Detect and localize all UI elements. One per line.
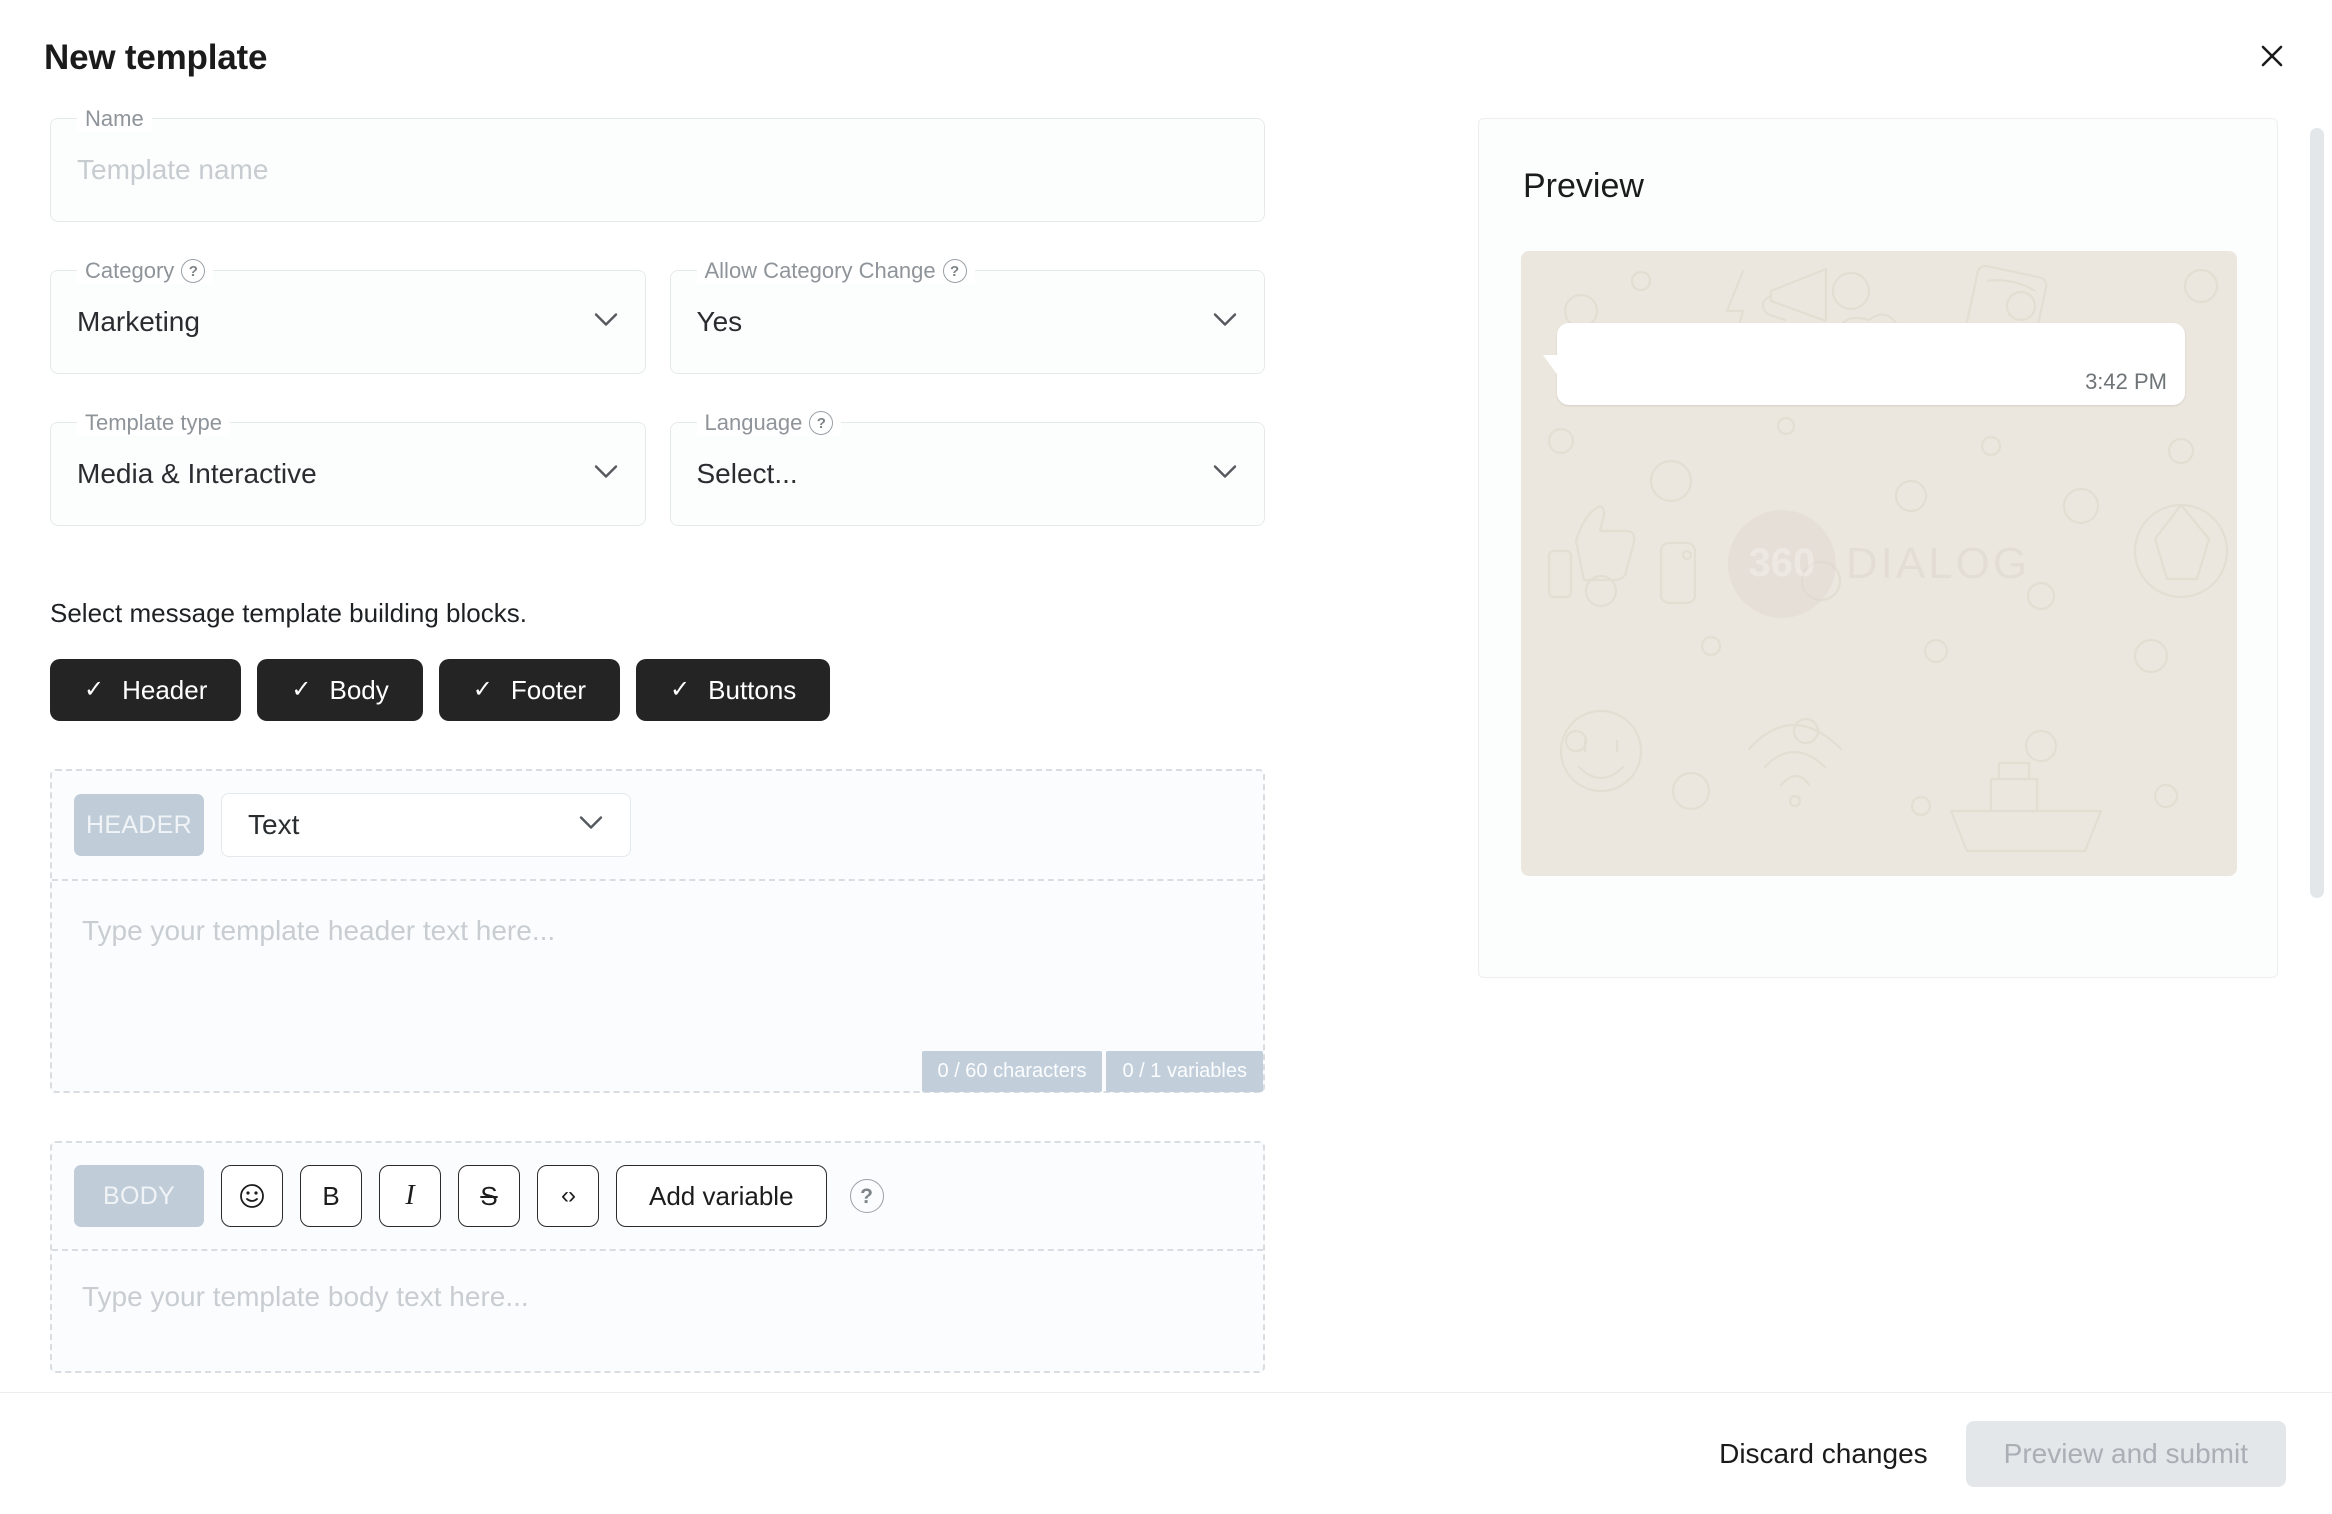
italic-icon[interactable]: I [379, 1165, 441, 1227]
building-blocks-label: Select message template building blocks. [50, 598, 527, 628]
discard-changes-button[interactable]: Discard changes [1703, 1426, 1944, 1482]
check-icon: ✓ [291, 676, 312, 703]
body-text-area[interactable]: Type your template body text here... [52, 1251, 1263, 1371]
check-icon: ✓ [84, 676, 105, 703]
template-type-field-legend: Template type [77, 410, 230, 436]
category-label: Category [85, 258, 175, 283]
block-button-body[interactable]: ✓ Body [257, 659, 423, 721]
chevron-down-icon[interactable] [1212, 464, 1238, 485]
template-type-label: Template type [85, 410, 222, 435]
header-component-card: HEADER Text Type your template header te… [50, 769, 1265, 1093]
allow-category-change-field-legend: Allow Category Change ? [696, 258, 975, 284]
modal-scroll-area: Name Template name Category ? Marketing [0, 98, 2332, 1392]
watermark-text: DIALOG [1845, 538, 2031, 588]
watermark-number: 360 [1727, 509, 1836, 618]
code-icon[interactable]: ‹› [537, 1165, 599, 1227]
help-circle-icon[interactable]: ? [809, 411, 834, 435]
bold-icon[interactable]: B [300, 1165, 362, 1227]
block-button-footer-label: Footer [510, 674, 587, 705]
modal-footer: Discard changes Preview and submit [0, 1392, 2332, 1514]
page-title: New template [44, 38, 268, 77]
header-text-placeholder: Type your template header text here... [82, 915, 556, 946]
preview-panel: Preview 360 DIALOG 3:42 PM [1478, 118, 2278, 978]
language-field-legend: Language ? [696, 410, 842, 436]
check-icon: ✓ [472, 676, 493, 703]
help-circle-icon[interactable]: ? [849, 1179, 884, 1213]
header-type-select[interactable]: Text [221, 793, 631, 857]
template-type-select[interactable]: Template type Media & Interactive [50, 410, 646, 526]
header-component-tag: HEADER [74, 794, 204, 856]
block-button-header[interactable]: ✓ Header [50, 659, 242, 721]
name-field-legend: Name [77, 106, 152, 132]
block-button-footer[interactable]: ✓ Footer [438, 659, 621, 721]
dialog-360-watermark: 360 DIALOG [1727, 509, 2031, 618]
allow-category-change-select[interactable]: Allow Category Change ? Yes [669, 258, 1265, 374]
block-button-header-label: Header [122, 674, 208, 705]
block-button-buttons[interactable]: ✓ Buttons [636, 659, 831, 721]
chat-preview-canvas: 360 DIALOG 3:42 PM [1521, 251, 2237, 876]
header-counters: 0 / 60 characters 0 / 1 variables [921, 1051, 1263, 1092]
body-component-tag: BODY [74, 1165, 204, 1227]
body-component-card: BODY B I S ‹› Add variable ? Type your t… [50, 1141, 1265, 1373]
category-select[interactable]: Category ? Marketing [50, 258, 646, 374]
building-blocks-row: ✓ Header ✓ Body ✓ Footer ✓ Buttons [50, 659, 1265, 721]
language-value: Select... [696, 458, 798, 489]
block-button-buttons-label: Buttons [708, 674, 797, 705]
category-field-legend: Category ? [77, 258, 214, 284]
name-field[interactable]: Name Template name [50, 106, 1265, 222]
help-circle-icon[interactable]: ? [942, 259, 967, 283]
category-value: Marketing [77, 306, 200, 337]
allow-category-change-value: Yes [696, 306, 743, 337]
chevron-down-icon[interactable] [593, 464, 619, 485]
chevron-down-icon[interactable] [593, 312, 619, 333]
chat-bubble: 3:42 PM [1543, 323, 2185, 405]
language-label: Language [704, 410, 803, 435]
template-type-value: Media & Interactive [77, 458, 317, 489]
header-text-area[interactable]: Type your template header text here... 0… [52, 881, 1263, 1092]
body-text-placeholder: Type your template body text here... [82, 1281, 529, 1312]
preview-title: Preview [1523, 167, 1644, 205]
vertical-scrollbar[interactable] [2310, 128, 2324, 898]
help-circle-icon[interactable]: ? [181, 259, 206, 283]
header-character-counter: 0 / 60 characters [921, 1051, 1103, 1092]
header-variable-counter: 0 / 1 variables [1106, 1051, 1263, 1092]
emoji-glyph [240, 1184, 264, 1208]
name-input[interactable]: Template name [77, 154, 268, 186]
body-component-toolbar: BODY B I S ‹› Add variable ? [52, 1143, 1263, 1251]
header-component-toolbar: HEADER Text [52, 771, 1263, 881]
chevron-down-icon[interactable] [578, 815, 604, 836]
block-button-body-label: Body [329, 674, 389, 705]
chevron-down-icon[interactable] [1212, 312, 1238, 333]
close-icon[interactable] [2248, 32, 2296, 80]
check-icon: ✓ [670, 676, 691, 703]
close-glyph [2261, 45, 2283, 67]
add-variable-button[interactable]: Add variable [616, 1165, 827, 1227]
header-type-value: Text [248, 809, 300, 840]
template-form: Name Template name Category ? Marketing [50, 106, 1265, 1373]
emoji-icon[interactable] [221, 1165, 283, 1227]
preview-and-submit-button[interactable]: Preview and submit [1965, 1420, 2286, 1487]
new-template-modal: New template Name Template name Category [0, 0, 2332, 1514]
language-select[interactable]: Language ? Select... [669, 410, 1265, 526]
chat-bubble-time: 3:42 PM [2085, 369, 2167, 394]
strikethrough-icon[interactable]: S [458, 1165, 520, 1227]
allow-category-change-label: Allow Category Change [704, 258, 936, 283]
